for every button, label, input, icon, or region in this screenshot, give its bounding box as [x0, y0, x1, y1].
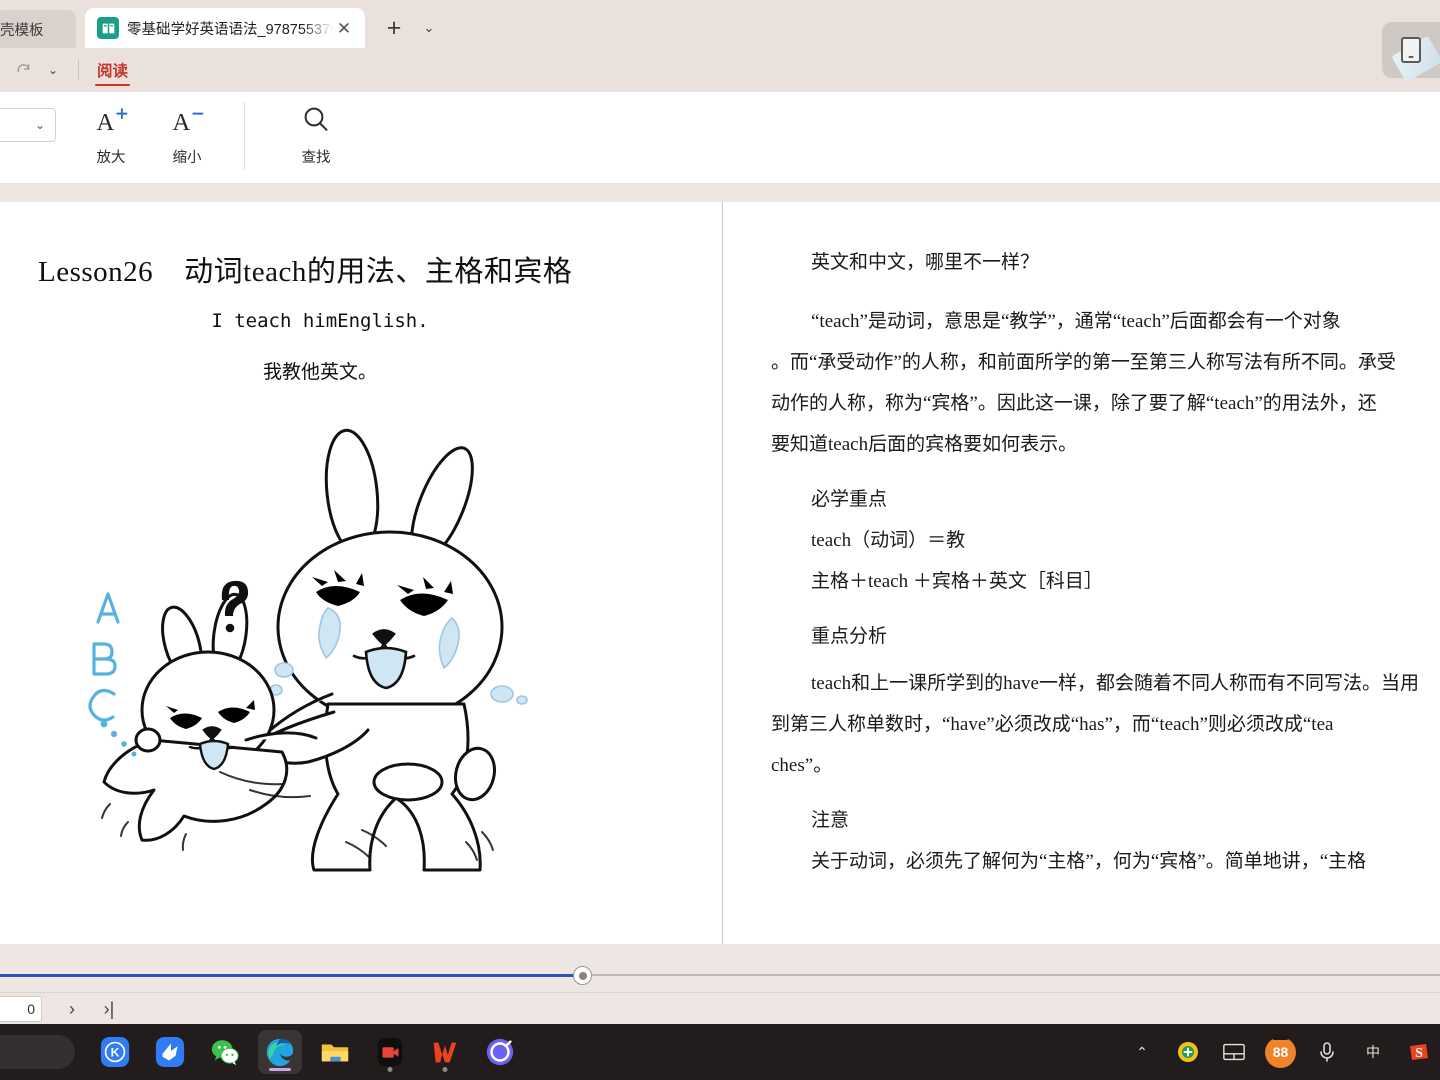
system-tray: ⌃ 88 中 S — [1127, 1024, 1434, 1080]
svg-text:A: A — [96, 109, 114, 136]
last-page-button[interactable]: ›| — [95, 996, 123, 1022]
bottom-bar-divider — [0, 992, 1440, 993]
svg-text:A: A — [172, 109, 190, 136]
font-decrease-icon: A — [167, 100, 207, 140]
paragraph-line: 要知道teach后面的宾格要如何表示。 — [771, 434, 1078, 455]
search-icon — [300, 100, 332, 140]
paragraph-line: 。而“承受动作”的人称，和前面所学的第一至第三人称写法有所不同。承受 — [771, 352, 1396, 373]
document-page-right: 英文和中文，哪里不一样？ “teach”是动词，意思是“教学”，通常“teach… — [723, 202, 1440, 944]
paragraph-line: 到第三人称单数时，“have”必须改成“has”，而“teach”则必须改成“t… — [771, 714, 1334, 735]
section-title-key-points: 必学重点 — [811, 489, 888, 510]
paragraph-line: “teach”是动词，意思是“教学”，通常“teach”后面都会有一个对象 — [811, 311, 1341, 332]
browser-tab-inactive-label: 壳模板 — [0, 22, 44, 39]
paragraph-line: ches”。 — [771, 755, 833, 776]
page-number-input[interactable]: 0 — [0, 996, 42, 1022]
paragraph-line: 动作的人称，称为“宾格”。因此这一课，除了要了解“teach”的用法外，还 — [771, 393, 1377, 414]
find-label: 查找 — [301, 150, 331, 166]
browser-tab-active[interactable]: 零基础学好英语语法_9787553755 ✕ — [85, 8, 365, 48]
chevron-down-icon: ⌄ — [34, 118, 45, 132]
two-rabbits-teaching-illustration — [70, 422, 540, 882]
browser-tab-inactive[interactable]: 壳模板 — [0, 10, 76, 48]
example-sentence-chinese: 我教他英文。 — [262, 362, 377, 383]
lesson-number: Lesson26 — [38, 256, 154, 288]
microphone-icon[interactable] — [1312, 1037, 1342, 1067]
paragraph-line: 关于动词，必须先了解何为“主格”，何为“宾格”。简单地讲，“主格 — [811, 851, 1367, 872]
taskbar-running-indicator — [387, 1067, 393, 1072]
lesson-title-text: 动词teach的用法、主格和宾格 — [184, 256, 573, 288]
document-viewport[interactable]: Lesson26 动词teach的用法、主格和宾格 I teach himEng… — [0, 184, 1440, 944]
formula-line: 主格＋teach ＋宾格＋英文［科目］ — [811, 571, 1103, 592]
wechat-app-icon[interactable] — [203, 1030, 247, 1074]
new-tab-button[interactable]: + — [379, 13, 409, 43]
page-top-strip — [0, 184, 1440, 202]
zoom-out-button[interactable]: A 缩小 — [156, 100, 218, 167]
device-preview-panel[interactable] — [1382, 22, 1440, 83]
show-hidden-icons-chevron-icon[interactable]: ⌃ — [1127, 1037, 1157, 1067]
next-page-button[interactable]: › — [58, 996, 86, 1022]
kingsoft-app-icon[interactable]: K — [93, 1030, 137, 1074]
svg-text:S: S — [1415, 1046, 1423, 1061]
font-increase-icon: A — [91, 100, 131, 140]
tab-reading-label: 阅读 — [97, 63, 129, 80]
taskbar-app-list: K — [93, 1030, 522, 1074]
edge-browser-icon[interactable] — [258, 1030, 302, 1074]
tab-active-indicator — [95, 83, 131, 86]
book-icon — [97, 17, 119, 39]
zoom-out-label: 缩小 — [172, 150, 202, 166]
zoom-level-combo[interactable]: ⌄ — [0, 108, 56, 142]
redo-icon[interactable] — [8, 56, 38, 84]
wps-office-icon[interactable] — [423, 1030, 467, 1074]
ribbon-more-chevron-icon[interactable]: ⌄ — [40, 56, 66, 84]
tab-reading[interactable]: 阅读 — [93, 48, 132, 92]
formula-line: teach（动词）＝教 — [811, 530, 966, 551]
sogou-input-icon[interactable]: S — [1404, 1037, 1434, 1067]
find-button[interactable]: 查找 — [285, 100, 347, 167]
zoom-in-label: 放大 — [96, 150, 126, 166]
section-heading: 英文和中文，哪里不一样？ — [811, 252, 1040, 273]
svg-text:K: K — [111, 1046, 120, 1060]
horizontal-scrollbar-thumb[interactable] — [573, 966, 592, 985]
file-explorer-icon[interactable] — [313, 1030, 357, 1074]
chevron-down-icon[interactable]: ⌄ — [416, 13, 442, 43]
ribbon-group-separator — [244, 102, 245, 170]
section-title-note: 注意 — [811, 810, 850, 831]
browser-tab-title: 零基础学好英语语法_9787553755 — [127, 21, 333, 38]
horizontal-scrollbar-fill — [0, 974, 582, 977]
document-page-left: Lesson26 动词teach的用法、主格和宾格 I teach himEng… — [0, 202, 722, 944]
section-title-analysis: 重点分析 — [811, 626, 888, 647]
touchpad-icon[interactable] — [1219, 1037, 1249, 1067]
zoom-in-button[interactable]: A 放大 — [80, 100, 142, 167]
paragraph-line: teach和上一课所学到的have一样，都会随着不同人称而有不同写法。当用 — [811, 673, 1419, 694]
battery-percent-label: 88 — [1272, 1044, 1289, 1060]
close-icon[interactable]: ✕ — [333, 17, 355, 39]
phone-device-icon — [1401, 37, 1421, 63]
antivirus-icon[interactable] — [1173, 1037, 1203, 1067]
ribbon-separator — [78, 60, 79, 80]
ribbon-tab-strip: ⌄ 阅读 — [0, 48, 1440, 92]
page-number-value: 0 — [27, 1001, 35, 1017]
taskbar-search-box[interactable] — [0, 1035, 75, 1069]
windows-taskbar: K ⌃ 88 中 S — [0, 1024, 1440, 1080]
taskbar-active-indicator — [269, 1067, 291, 1071]
browser-tab-bar: 壳模板 零基础学好英语语法_9787553755 ✕ + ⌄ — [0, 0, 1440, 48]
example-sentence-english: I teach himEnglish. — [211, 310, 429, 332]
taskbar-running-indicator — [442, 1067, 448, 1072]
document-bottom-bar: 0 › ›| — [0, 944, 1440, 1024]
page-title: Lesson26 动词teach的用法、主格和宾格 — [38, 248, 572, 290]
circle-app-icon[interactable] — [478, 1030, 522, 1074]
video-app-icon[interactable] — [368, 1030, 412, 1074]
bird-app-icon[interactable] — [148, 1030, 192, 1074]
battery-badge[interactable]: 88 — [1265, 1034, 1296, 1068]
ribbon-toolbar: ⌄ A 放大 A 缩小 查找 — [0, 92, 1440, 184]
ime-chinese-icon[interactable]: 中 — [1358, 1037, 1388, 1067]
